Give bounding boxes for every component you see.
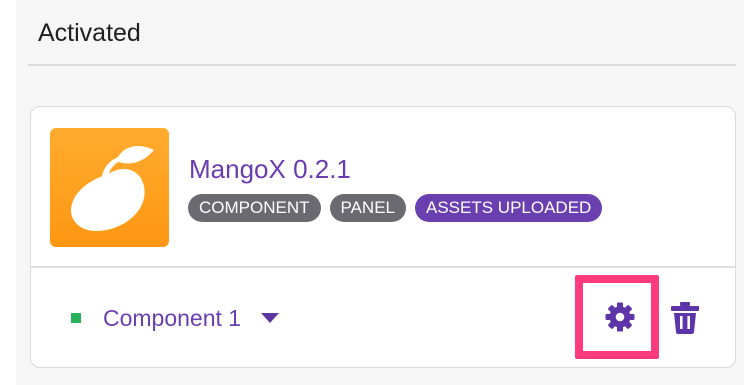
component-select[interactable]: Component 1 bbox=[71, 303, 280, 333]
gear-icon bbox=[605, 302, 635, 332]
card-divider bbox=[31, 266, 735, 268]
tag-assets-uploaded: ASSETS UPLOADED bbox=[415, 194, 603, 222]
settings-button[interactable] bbox=[605, 302, 635, 332]
tag-component: COMPONENT bbox=[188, 194, 321, 222]
plugin-card: MangoX 0.2.1 COMPONENT PANEL ASSETS UPLO… bbox=[30, 106, 736, 368]
mango-logo-icon bbox=[50, 128, 169, 247]
divider bbox=[28, 64, 736, 66]
activated-panel: Activated MangoX 0.2.1 COMPONENT PANEL A… bbox=[16, 0, 744, 385]
chevron-down-icon bbox=[261, 313, 280, 323]
section-title: Activated bbox=[38, 19, 141, 47]
delete-button[interactable] bbox=[671, 302, 699, 334]
tag-panel: PANEL bbox=[329, 194, 406, 222]
plugin-tags: COMPONENT PANEL ASSETS UPLOADED bbox=[188, 194, 603, 222]
status-indicator bbox=[71, 313, 81, 323]
trash-icon bbox=[671, 302, 699, 334]
plugin-name: MangoX 0.2.1 bbox=[189, 154, 351, 184]
component-select-label: Component 1 bbox=[103, 304, 242, 331]
